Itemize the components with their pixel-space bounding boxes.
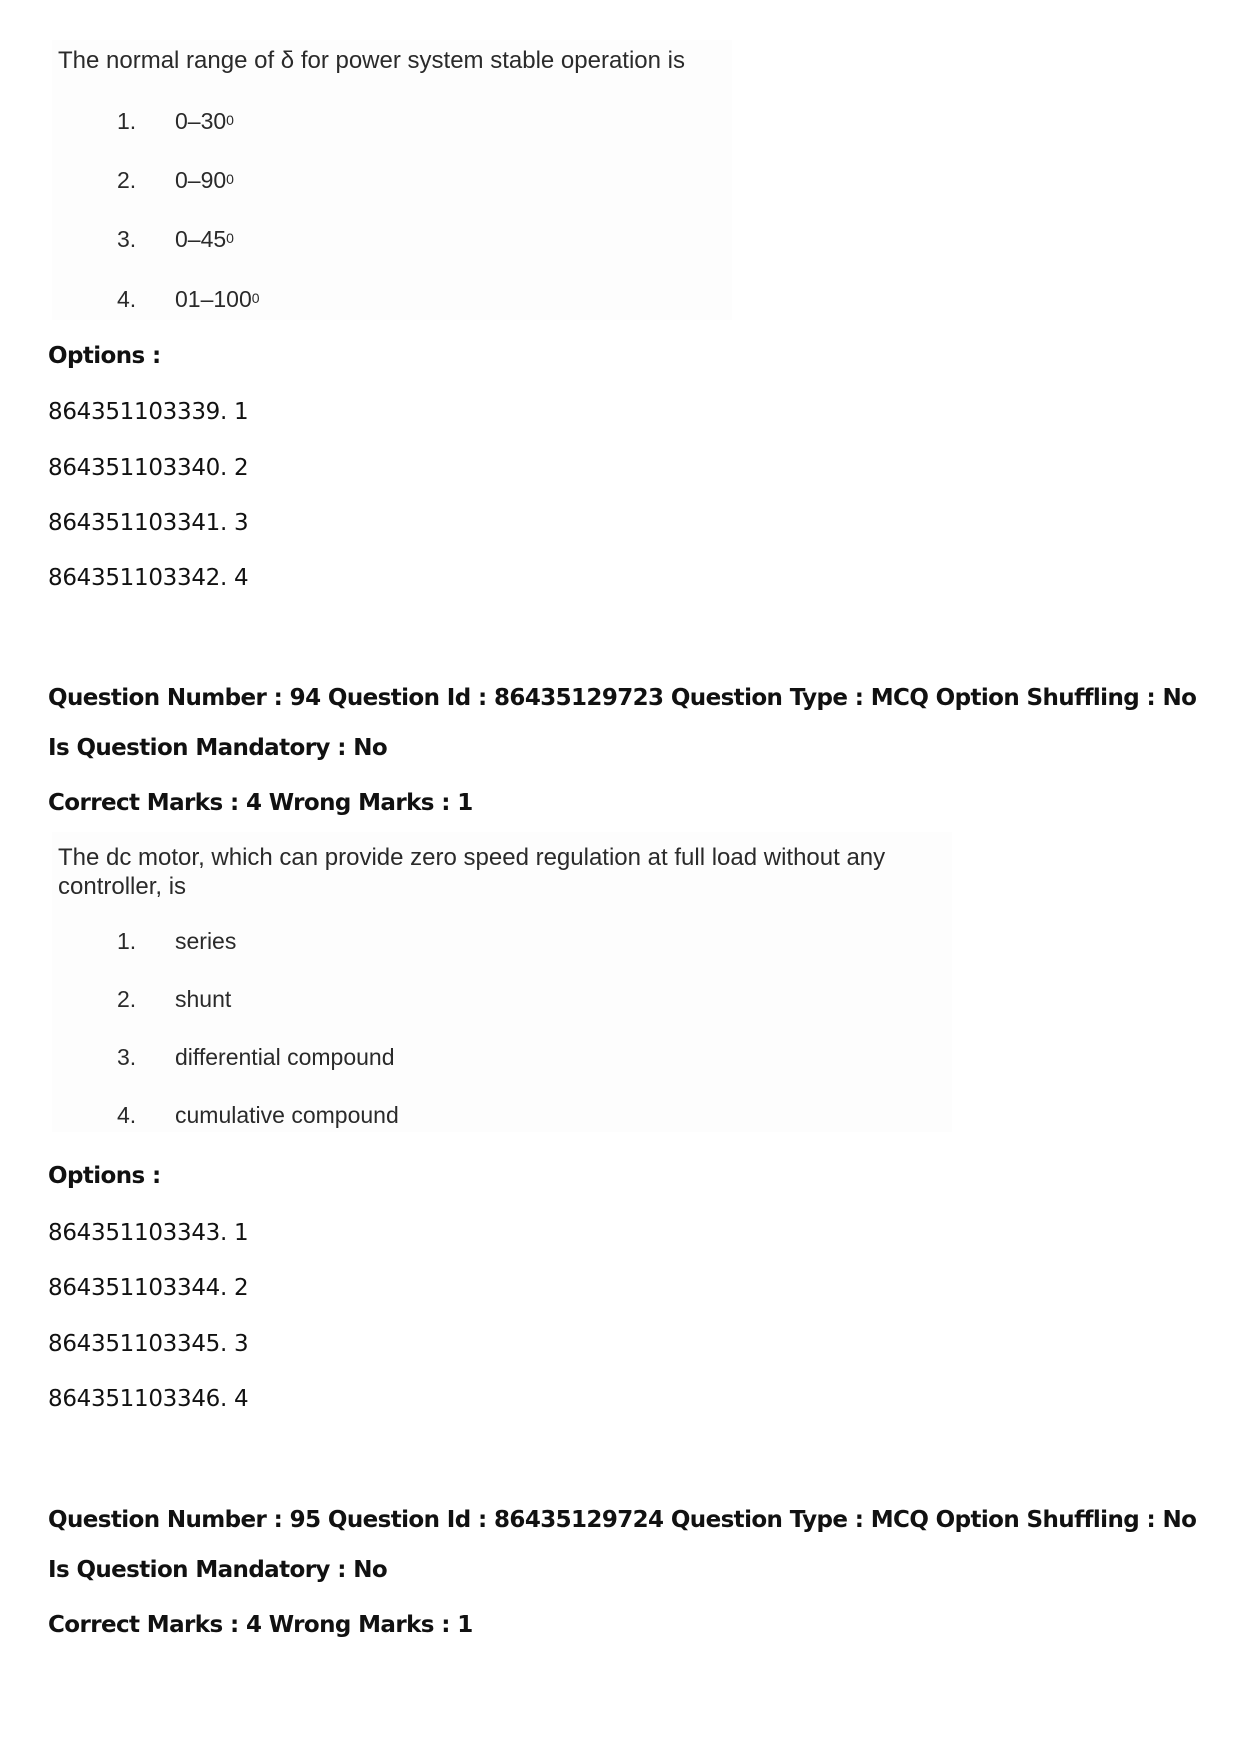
question-94-image <box>52 832 952 1132</box>
choice-text: 0–900 <box>175 167 234 193</box>
choice-text: 01–1000 <box>175 286 260 312</box>
question-94-choice-3: 3. differential compound <box>117 1044 517 1074</box>
question-94-text-line-1: The dc motor, which can provide zero spe… <box>58 844 886 871</box>
choice-text: cumulative compound <box>175 1102 399 1128</box>
question-94-choice-4: 4. cumulative compound <box>117 1102 517 1132</box>
question-93-choice-4: 4. 01–1000 <box>117 286 417 316</box>
degree-superscript: 0 <box>226 171 234 187</box>
question-94-mandatory: Is Question Mandatory : No <box>48 735 388 761</box>
choice-number: 2. <box>117 167 137 193</box>
option-id: 864351103343. 1 <box>48 1220 249 1246</box>
choice-text: 0–450 <box>175 226 234 252</box>
choice-text: differential compound <box>175 1044 395 1070</box>
question-94-marks: Correct Marks : 4 Wrong Marks : 1 <box>48 790 473 816</box>
choice-number: 3. <box>117 226 137 252</box>
degree-superscript: 0 <box>226 112 234 128</box>
options-label: Options : <box>48 1163 161 1189</box>
question-94-choice-2: 2. shunt <box>117 986 517 1016</box>
option-id: 864351103345. 3 <box>48 1331 249 1357</box>
choice-number: 4. <box>117 1102 137 1128</box>
question-95-marks: Correct Marks : 4 Wrong Marks : 1 <box>48 1612 473 1638</box>
option-id: 864351103339. 1 <box>48 399 249 425</box>
option-id: 864351103346. 4 <box>48 1386 249 1412</box>
choice-number: 1. <box>117 928 137 954</box>
question-93-text: The normal range of δ for power system s… <box>58 47 685 74</box>
choice-text: 0–300 <box>175 108 234 134</box>
choice-number: 1. <box>117 108 137 134</box>
choice-text: shunt <box>175 986 232 1012</box>
option-id: 864351103341. 3 <box>48 510 249 536</box>
choice-number: 2. <box>117 986 137 1012</box>
question-95-header: Question Number : 95 Question Id : 86435… <box>48 1507 1197 1533</box>
option-id: 864351103344. 2 <box>48 1275 249 1301</box>
choice-number: 4. <box>117 286 137 312</box>
option-id: 864351103342. 4 <box>48 565 249 591</box>
question-93-choice-3: 3. 0–450 <box>117 226 417 256</box>
degree-superscript: 0 <box>226 230 234 246</box>
question-94-header: Question Number : 94 Question Id : 86435… <box>48 685 1197 711</box>
question-93-choice-2: 2. 0–900 <box>117 167 417 197</box>
degree-superscript: 0 <box>251 290 260 306</box>
question-94-text-line-2: controller, is <box>58 873 187 900</box>
choice-number: 3. <box>117 1044 137 1070</box>
question-95-mandatory: Is Question Mandatory : No <box>48 1557 388 1583</box>
options-label: Options : <box>48 343 161 369</box>
question-94-choice-1: 1. series <box>117 928 517 958</box>
choice-text: series <box>175 928 237 954</box>
option-id: 864351103340. 2 <box>48 455 249 481</box>
question-93-choice-1: 1. 0–300 <box>117 108 417 138</box>
